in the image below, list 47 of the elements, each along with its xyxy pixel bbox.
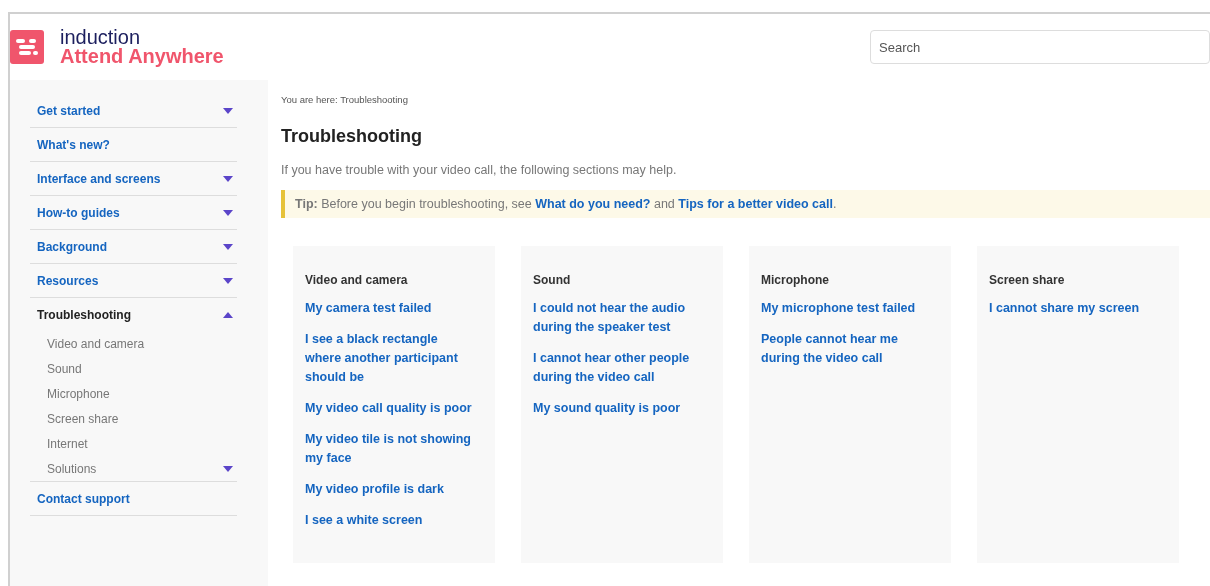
sidebar-item[interactable]: What's new? bbox=[37, 137, 110, 152]
caret-icon[interactable] bbox=[223, 465, 233, 472]
link[interactable]: What do you need? bbox=[535, 197, 651, 211]
tip-note: Tip: Before you begin troubleshooting, see What do you need? and Tips for a better video call. bbox=[281, 190, 1210, 218]
card-title: Video and camera bbox=[305, 273, 409, 287]
sidebar-item[interactable]: Resources bbox=[37, 273, 99, 288]
topic-link[interactable]: My sound quality is poor bbox=[533, 399, 701, 418]
card-title: Screen share bbox=[989, 273, 1066, 287]
caret-icon[interactable] bbox=[223, 209, 233, 216]
sidebar-item[interactable]: Get started bbox=[37, 103, 101, 118]
topic-link[interactable]: People cannot hear me during the video call bbox=[761, 330, 929, 368]
brand-product: Attend Anywhere bbox=[60, 47, 224, 66]
card-title: Sound bbox=[533, 273, 572, 287]
topic-link[interactable]: My camera test failed bbox=[305, 299, 473, 318]
topic-link[interactable]: My video profile is dark bbox=[305, 480, 473, 499]
topic-link[interactable]: My video call quality is poor bbox=[305, 399, 473, 418]
topic-link[interactable]: I cannot hear other people during the video call bbox=[533, 349, 701, 387]
topic-link[interactable]: My microphone test failed bbox=[761, 299, 929, 318]
caret-icon[interactable] bbox=[223, 277, 233, 284]
page-title: Troubleshooting bbox=[281, 126, 423, 147]
caret-icon[interactable] bbox=[223, 311, 233, 318]
sidebar-subitem[interactable]: Screen share bbox=[47, 411, 119, 426]
topic-link[interactable]: I see a white screen bbox=[305, 511, 473, 530]
topic-link[interactable]: I see a black rectangle where another participant should be bbox=[305, 330, 473, 387]
sidebar-item[interactable]: How-to guides bbox=[37, 205, 120, 220]
topic-link[interactable]: I could not hear the audio during the speaker test bbox=[533, 299, 701, 337]
logo-icon bbox=[10, 30, 44, 64]
brand-name: induction bbox=[60, 28, 142, 47]
sidebar-subitem[interactable]: Video and camera bbox=[47, 336, 145, 351]
link[interactable]: Tips for a better video call bbox=[678, 197, 833, 211]
sidebar-item[interactable]: Interface and screens bbox=[37, 171, 161, 186]
sidebar-subitem[interactable]: Internet bbox=[47, 436, 88, 451]
sidebar-subitem[interactable]: Microphone bbox=[47, 386, 110, 401]
sidebar-subitem[interactable]: Solutions bbox=[47, 461, 97, 476]
intro-text: If you have trouble with your video call, the following sections may help. bbox=[281, 163, 678, 177]
sidebar-item[interactable]: Background bbox=[37, 239, 107, 254]
sidebar-item[interactable]: Troubleshooting bbox=[37, 307, 131, 322]
sidebar-item[interactable]: Contact support bbox=[37, 491, 130, 506]
caret-icon[interactable] bbox=[223, 243, 233, 250]
topic-link[interactable]: My video tile is not showing my face bbox=[305, 430, 473, 468]
breadcrumb: You are here: Troubleshooting bbox=[281, 94, 409, 105]
caret-icon[interactable] bbox=[223, 107, 233, 114]
card-title: Microphone bbox=[761, 273, 830, 287]
search-field[interactable]: Search bbox=[870, 30, 1210, 64]
topic-link[interactable]: I cannot share my screen bbox=[989, 299, 1157, 318]
sidebar-subitem[interactable]: Sound bbox=[47, 361, 82, 376]
caret-icon[interactable] bbox=[223, 175, 233, 182]
